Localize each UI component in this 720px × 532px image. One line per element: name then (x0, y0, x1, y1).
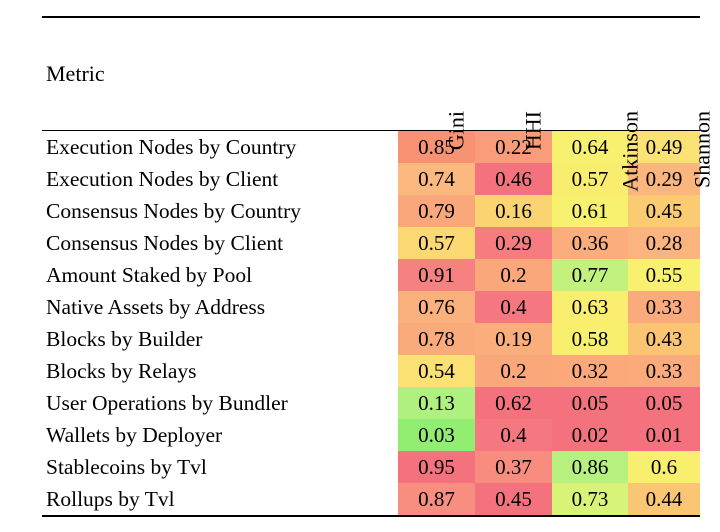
value-cell-atkinson: 0.58 (552, 323, 628, 355)
value-cell-atkinson: 0.61 (552, 195, 628, 227)
value-cell-shannon: 0.33 (628, 291, 700, 323)
metric-name-cell: Stablecoins by Tvl (42, 451, 398, 483)
table-page: Metric Gini HHI Atkinson Shannon Executi… (0, 0, 720, 532)
value-cell-atkinson: 0.63 (552, 291, 628, 323)
value-cell-atkinson: 0.77 (552, 259, 628, 291)
value-cell-hhi: 0.16 (475, 195, 552, 227)
column-header-shannon: Shannon (628, 18, 715, 188)
column-header-metric: Metric (46, 61, 105, 86)
header-row: Metric Gini HHI Atkinson Shannon (42, 18, 715, 192)
value-cell-gini: 0.76 (398, 291, 475, 323)
value-cell-shannon: 0.01 (628, 419, 700, 451)
metric-name-cell: Wallets by Deployer (42, 419, 398, 451)
table-row: Wallets by Deployer 0.03 0.4 0.02 0.01 (42, 419, 700, 451)
metric-name-cell: Amount Staked by Pool (42, 259, 398, 291)
value-cell-shannon: 0.28 (628, 227, 700, 259)
column-header-shannon-label: Shannon (689, 111, 715, 188)
value-cell-shannon: 0.05 (628, 387, 700, 419)
column-header-gini-label: Gini (443, 111, 469, 151)
value-cell-atkinson: 0.73 (552, 483, 628, 516)
column-header-gini: Gini (398, 18, 475, 150)
value-cell-gini: 0.79 (398, 195, 475, 227)
value-cell-atkinson: 0.36 (552, 227, 628, 259)
table-row: Stablecoins by Tvl 0.95 0.37 0.86 0.6 (42, 451, 700, 483)
table-row: Blocks by Relays 0.54 0.2 0.32 0.33 (42, 355, 700, 387)
value-cell-atkinson: 0.86 (552, 451, 628, 483)
value-cell-gini: 0.57 (398, 227, 475, 259)
table-row: Native Assets by Address 0.76 0.4 0.63 0.33 (42, 291, 700, 323)
value-cell-hhi: 0.45 (475, 483, 552, 516)
value-cell-hhi: 0.19 (475, 323, 552, 355)
value-cell-hhi: 0.4 (475, 291, 552, 323)
value-cell-hhi: 0.37 (475, 451, 552, 483)
value-cell-shannon: 0.6 (628, 451, 700, 483)
table-row: Rollups by Tvl 0.87 0.45 0.73 0.44 (42, 483, 700, 516)
metric-name-cell: User Operations by Bundler (42, 387, 398, 419)
value-cell-gini: 0.95 (398, 451, 475, 483)
value-cell-hhi: 0.2 (475, 259, 552, 291)
value-cell-gini: 0.13 (398, 387, 475, 419)
value-cell-hhi: 0.29 (475, 227, 552, 259)
table-bottom-rule (42, 515, 700, 518)
value-cell-gini: 0.54 (398, 355, 475, 387)
metric-name-cell: Rollups by Tvl (42, 483, 398, 516)
value-cell-atkinson: 0.32 (552, 355, 628, 387)
value-cell-hhi: 0.4 (475, 419, 552, 451)
value-cell-atkinson: 0.02 (552, 419, 628, 451)
metric-name-cell: Consensus Nodes by Country (42, 195, 398, 227)
value-cell-hhi: 0.2 (475, 355, 552, 387)
value-cell-hhi: 0.46 (475, 163, 552, 195)
value-cell-shannon: 0.43 (628, 323, 700, 355)
metric-name-cell: Blocks by Relays (42, 355, 398, 387)
value-cell-gini: 0.74 (398, 163, 475, 195)
value-cell-shannon: 0.55 (628, 259, 700, 291)
metric-name-cell: Native Assets by Address (42, 291, 398, 323)
value-cell-hhi: 0.62 (475, 387, 552, 419)
metric-name-cell: Blocks by Builder (42, 323, 398, 355)
value-cell-shannon: 0.33 (628, 355, 700, 387)
table-header: Metric Gini HHI Atkinson Shannon (42, 16, 715, 192)
value-cell-gini: 0.91 (398, 259, 475, 291)
metric-name-cell: Execution Nodes by Country (42, 131, 398, 163)
metric-name-cell: Execution Nodes by Client (42, 163, 398, 195)
table-row: Blocks by Builder 0.78 0.19 0.58 0.43 (42, 323, 700, 355)
table-row: Consensus Nodes by Country 0.79 0.16 0.61 0.… (42, 195, 700, 227)
table-row: Execution Nodes by Client 0.74 0.46 0.57 0.2… (42, 163, 700, 195)
column-header-hhi: HHI (475, 18, 552, 150)
table-footer (42, 515, 700, 518)
value-cell-gini: 0.03 (398, 419, 475, 451)
value-cell-gini: 0.87 (398, 483, 475, 516)
column-header-atkinson: Atkinson (552, 18, 642, 192)
value-cell-gini: 0.78 (398, 323, 475, 355)
table-row: Execution Nodes by Country 0.85 0.22 0.64 0.… (42, 131, 700, 163)
table-row: Consensus Nodes by Client 0.57 0.29 0.36 0.2… (42, 227, 700, 259)
metric-name-cell: Consensus Nodes by Client (42, 227, 398, 259)
table-row: User Operations by Bundler 0.13 0.62 0.05 0.… (42, 387, 700, 419)
table-body: Execution Nodes by Country 0.85 0.22 0.64 0.… (42, 131, 700, 516)
value-cell-shannon: 0.45 (628, 195, 700, 227)
column-header-hhi-label: HHI (520, 111, 546, 151)
table-row: Amount Staked by Pool 0.91 0.2 0.77 0.55 (42, 259, 700, 291)
value-cell-atkinson: 0.05 (552, 387, 628, 419)
metrics-table: Metric Gini HHI Atkinson Shannon Executi… (42, 16, 715, 518)
value-cell-shannon: 0.44 (628, 483, 700, 516)
